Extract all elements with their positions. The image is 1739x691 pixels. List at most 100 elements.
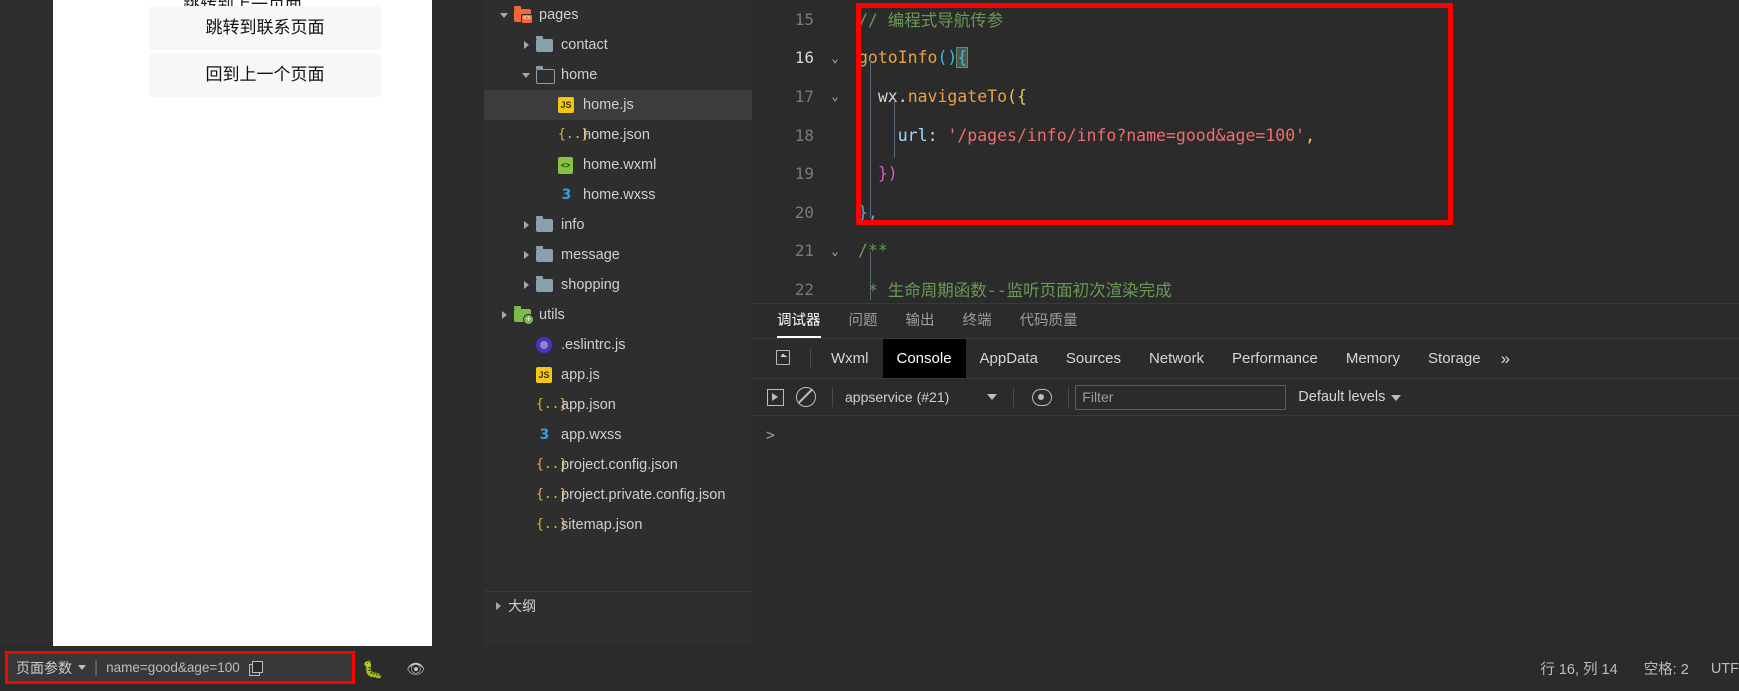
- line-number: 18: [794, 125, 814, 145]
- console-toolbar: appservice (#21) Default levels: [752, 379, 1739, 416]
- wxss-file-icon: 3: [561, 187, 572, 203]
- chevron-down-icon[interactable]: [520, 68, 534, 82]
- code-editor[interactable]: 15 // 编程式导航传参 16 ⌄ gotoInfo(){ 17 ⌄ wx.n…: [752, 0, 1739, 303]
- chevron-right-icon[interactable]: [498, 308, 512, 322]
- encoding-setting[interactable]: UTF: [1711, 661, 1739, 677]
- tree-item-label: utils: [539, 307, 565, 323]
- chevron-right-icon[interactable]: [520, 278, 534, 292]
- debugger-tab-4[interactable]: 代码质量: [1020, 304, 1078, 338]
- chevron-down-icon[interactable]: [987, 394, 998, 400]
- code-line-19[interactable]: 19 }): [752, 154, 1739, 193]
- devtools-tab-storage[interactable]: Storage: [1414, 339, 1495, 378]
- code-line-20[interactable]: 20 },: [752, 193, 1739, 232]
- fold-toggle[interactable]: ⌄: [824, 89, 846, 103]
- console-filter-input[interactable]: [1075, 384, 1287, 410]
- devtools-tab-memory[interactable]: Memory: [1332, 339, 1414, 378]
- code-line-22[interactable]: 22 * 生命周期函数--监听页面初次渲染完成: [752, 270, 1739, 303]
- file-tree: pagescontacthomeJShome.js{..}home.json<>…: [484, 0, 752, 540]
- tree-item-project-config-json[interactable]: {..} project.config.json: [484, 450, 752, 480]
- eye-icon[interactable]: 👁: [405, 660, 427, 680]
- simulator-button-back[interactable]: 回到上一个页面: [149, 53, 381, 97]
- console-sidebar-icon[interactable]: [762, 386, 788, 408]
- line-number: 16: [794, 48, 814, 68]
- eye-icon[interactable]: [1030, 388, 1053, 406]
- debugger-tab-0[interactable]: 调试器: [777, 304, 821, 338]
- param-separator: |: [94, 658, 99, 676]
- debugger-tab-2[interactable]: 输出: [906, 304, 935, 338]
- chevron-right-icon[interactable]: [520, 218, 534, 232]
- tree-item-app-js[interactable]: JS app.js: [484, 360, 752, 390]
- debugger-tab-1[interactable]: 问题: [849, 304, 878, 338]
- debugger-tab-3[interactable]: 终端: [963, 304, 992, 338]
- code-line-18[interactable]: 18 url: '/pages/info/info?name=good&age=…: [752, 116, 1739, 155]
- code-line-17[interactable]: 17 ⌄ wx.navigateTo({: [752, 77, 1739, 116]
- devtools-tab-wxml[interactable]: Wxml: [817, 339, 883, 378]
- tree-item-sitemap-json[interactable]: {..} sitemap.json: [484, 510, 752, 540]
- no-arrow-spacer: [520, 458, 534, 472]
- code-token-colon: :: [927, 125, 948, 145]
- inspect-element-icon[interactable]: [770, 346, 796, 372]
- outline-header[interactable]: 大纲: [484, 592, 752, 620]
- devtools-tab-performance[interactable]: Performance: [1218, 339, 1332, 378]
- no-arrow-spacer: [520, 428, 534, 442]
- tree-item-home-json[interactable]: {..} home.json: [484, 120, 752, 150]
- fold-toggle[interactable]: ⌄: [824, 51, 846, 65]
- code-line-16[interactable]: 16 ⌄ gotoInfo(){: [752, 39, 1739, 78]
- cursor-position[interactable]: 行 16, 列 14: [1540, 658, 1617, 679]
- tree-item-contact[interactable]: contact: [484, 30, 752, 60]
- code-text: gotoInfo(){: [846, 47, 1739, 69]
- tree-item-info[interactable]: info: [484, 210, 752, 240]
- tree-item-message[interactable]: message: [484, 240, 752, 270]
- tree-item-label: shopping: [561, 277, 620, 293]
- file-explorer: pagescontacthomeJShome.js{..}home.json<>…: [484, 0, 752, 591]
- tree-item-home-js[interactable]: JS home.js: [484, 90, 752, 120]
- devtools-tab-console[interactable]: Console: [882, 339, 966, 378]
- outline-section: 大纲: [484, 591, 752, 647]
- tree-item-home-wxss[interactable]: 3 home.wxss: [484, 180, 752, 210]
- tree-item-label: project.private.config.json: [561, 487, 726, 503]
- line-number: 17: [794, 86, 814, 106]
- page-parameter-box[interactable]: 页面参数 | name=good&age=100: [5, 651, 355, 684]
- devtools-tab-appdata[interactable]: AppData: [966, 339, 1052, 378]
- console-output[interactable]: >: [752, 416, 1739, 646]
- tree-item--eslintrc-js[interactable]: .eslintrc.js: [484, 330, 752, 360]
- wechat-devtools-window: 跳转到上一页面 跳转到联系页面 回到上一个页面 页面参数 | name=good…: [0, 0, 1739, 691]
- chevron-right-icon[interactable]: [492, 599, 506, 613]
- tree-item-app-json[interactable]: {..} app.json: [484, 390, 752, 420]
- wxss-file-icon: 3: [539, 427, 550, 443]
- devtools-tab-sources[interactable]: Sources: [1052, 339, 1135, 378]
- indentation-setting[interactable]: 空格: 2: [1644, 658, 1689, 679]
- bug-icon[interactable]: 🐛: [362, 660, 383, 680]
- chevron-right-icon[interactable]: [520, 38, 534, 52]
- js-file-icon: JS: [558, 96, 576, 114]
- tree-item-utils[interactable]: utils: [484, 300, 752, 330]
- simulator-button-contact[interactable]: 跳转到联系页面: [149, 6, 381, 50]
- copy-icon[interactable]: [248, 661, 263, 676]
- code-line-15[interactable]: 15 // 编程式导航传参: [752, 0, 1739, 39]
- tree-item-label: info: [561, 217, 585, 233]
- tree-item-shopping[interactable]: shopping: [484, 270, 752, 300]
- tree-item-label: home.json: [583, 127, 650, 143]
- debugger-panel: 调试器 问题 输出 终端 代码质量 Wxml Console AppData Sources N…: [752, 303, 1739, 647]
- chevron-down-icon[interactable]: [78, 665, 86, 670]
- tree-item-home[interactable]: home: [484, 60, 752, 90]
- fold-toggle[interactable]: ⌄: [824, 244, 846, 258]
- page-parameter-value[interactable]: name=good&age=100: [106, 660, 240, 675]
- chevron-right-icon[interactable]: [520, 248, 534, 262]
- console-context-selector[interactable]: appservice (#21): [845, 389, 949, 405]
- chevron-down-icon[interactable]: [1391, 395, 1402, 401]
- code-line-21[interactable]: 21 ⌄ /**: [752, 232, 1739, 271]
- tree-item-home-wxml[interactable]: <> home.wxml: [484, 150, 752, 180]
- chevron-down-icon[interactable]: [498, 8, 512, 22]
- chevron-right-icon[interactable]: »: [1501, 349, 1510, 369]
- tree-item-pages[interactable]: pages: [484, 0, 752, 30]
- no-arrow-spacer: [520, 518, 534, 532]
- clear-console-icon[interactable]: [796, 387, 816, 407]
- code-text: },: [858, 202, 878, 222]
- tree-item-project-private-config-json[interactable]: {..} project.private.config.json: [484, 480, 752, 510]
- console-levels-selector[interactable]: Default levels: [1298, 389, 1402, 405]
- code-token-dot: .: [897, 86, 908, 106]
- json-file-icon: {..}: [536, 487, 568, 502]
- tree-item-app-wxss[interactable]: 3 app.wxss: [484, 420, 752, 450]
- devtools-tab-network[interactable]: Network: [1135, 339, 1218, 378]
